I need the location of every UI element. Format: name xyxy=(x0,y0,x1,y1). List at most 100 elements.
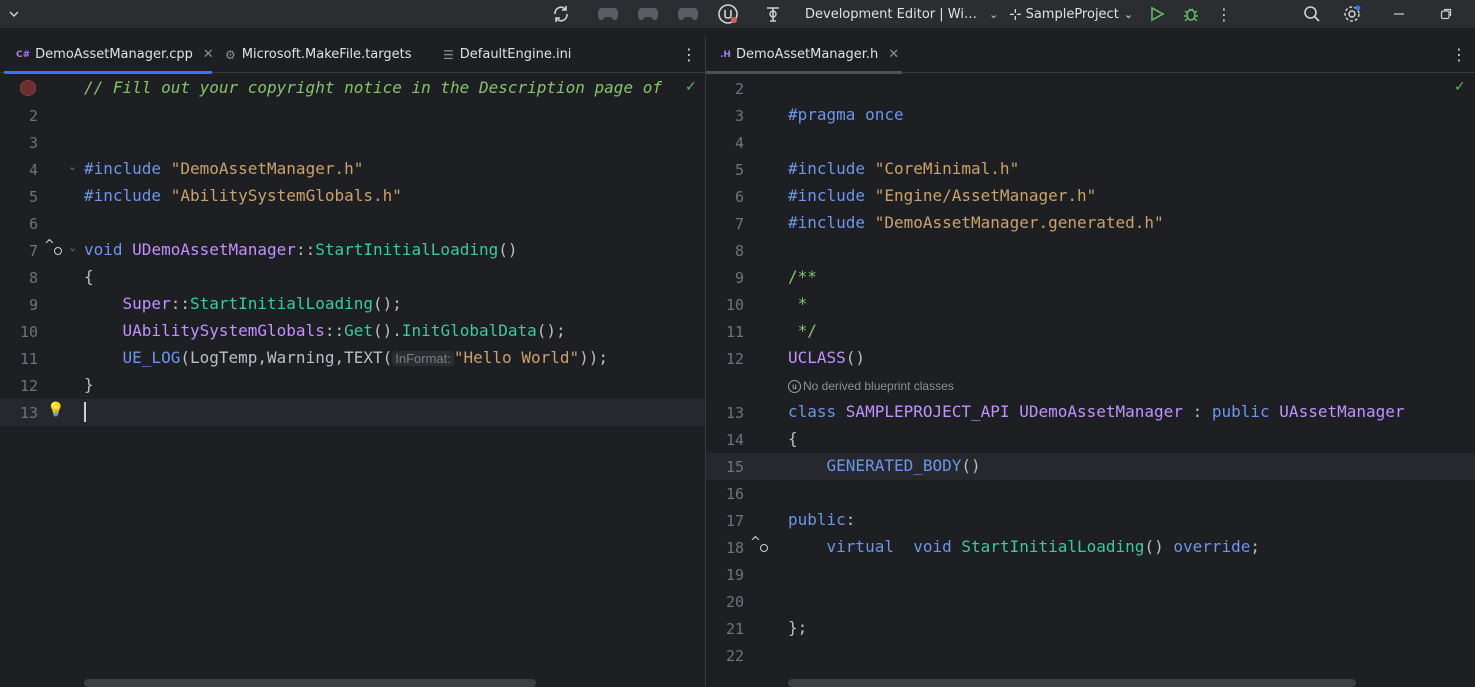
line-number: 15 xyxy=(725,458,744,476)
gamepad-icon[interactable] xyxy=(676,2,700,26)
code-line: 2 xyxy=(0,102,705,129)
code-line: 17 public: xyxy=(706,507,1475,534)
lightbulb-icon[interactable]: 💡 xyxy=(47,402,64,418)
codelens-blueprint[interactable]: u No derived blueprint classes xyxy=(788,376,954,396)
code-line: 21 }; xyxy=(706,615,1475,642)
code-line: // Fill out your copyright notice in the… xyxy=(0,75,705,102)
code-text: Super::StartInitialLoading(); xyxy=(122,294,402,313)
code-line: 2 xyxy=(706,75,1475,102)
build-icon[interactable] xyxy=(762,2,786,26)
line-number: 2 xyxy=(28,107,38,125)
code-text: */ xyxy=(788,321,817,340)
line-number: 18 xyxy=(725,539,744,557)
tab-demo-asset-manager-cpp[interactable]: C# DemoAssetManager.cpp ✕ xyxy=(4,36,214,74)
checkmark-icon: ✓ xyxy=(685,79,697,95)
more-tabs-icon[interactable]: ⋮ xyxy=(681,45,697,64)
settings-gear-icon[interactable] xyxy=(1340,2,1364,26)
ini-file-icon: ☰ xyxy=(443,47,454,62)
restore-icon[interactable] xyxy=(1434,2,1458,26)
run-icon[interactable] xyxy=(1145,2,1169,26)
unreal-engine-icon: u xyxy=(788,379,801,393)
text-caret xyxy=(84,402,86,422)
project-icon: ⊹ xyxy=(1009,5,1022,23)
close-icon[interactable]: ✕ xyxy=(888,47,899,62)
code-line: 12 UCLASS() xyxy=(706,345,1475,372)
left-code-editor[interactable]: // Fill out your copyright notice in the… xyxy=(0,74,705,687)
gamepad-icon[interactable] xyxy=(636,2,660,26)
chevron-down-icon: ⌄ xyxy=(988,7,999,21)
line-number: 3 xyxy=(28,134,38,152)
code-line: 10 UAbilitySystemGlobals::Get().InitGlob… xyxy=(0,318,705,345)
minimize-icon[interactable] xyxy=(1387,2,1411,26)
current-code-line: 13 💡 xyxy=(0,399,705,426)
project-selector[interactable]: ⊹ SampleProject ⌄ xyxy=(1009,0,1133,28)
more-actions-icon[interactable]: ⋮ xyxy=(1212,2,1236,26)
fold-icon[interactable]: ⌄ xyxy=(68,160,77,173)
debug-icon[interactable] xyxy=(1179,2,1203,26)
code-line: 8 { xyxy=(0,264,705,291)
code-text: #include "Engine/AssetManager.h" xyxy=(788,186,1097,205)
code-line: 12 } xyxy=(0,372,705,399)
line-number: 10 xyxy=(725,296,744,314)
code-line: 8 xyxy=(706,237,1475,264)
code-line: 14 { xyxy=(706,426,1475,453)
code-line: 4 ⌄ #include "DemoAssetManager.h" xyxy=(0,156,705,183)
run-configuration-label: Development Editor | Wi… xyxy=(805,6,977,22)
line-number: 13 xyxy=(725,404,744,422)
implementation-marker-icon[interactable] xyxy=(760,544,768,552)
horizontal-scrollbar[interactable] xyxy=(84,679,536,687)
line-number: 12 xyxy=(725,350,744,368)
line-number: 5 xyxy=(28,188,38,206)
code-text: #pragma once xyxy=(788,105,904,124)
line-number: 8 xyxy=(28,269,38,287)
code-line: 3 #pragma once xyxy=(706,102,1475,129)
line-number: 2 xyxy=(734,80,744,98)
right-editor-tab-bar: .H DemoAssetManager.h ✕ ⋮ xyxy=(706,36,1475,74)
code-text: } xyxy=(84,375,94,394)
code-line: 7 ^ ⌄ void UDemoAssetManager::StartIniti… xyxy=(0,237,705,264)
search-icon[interactable] xyxy=(1300,2,1324,26)
line-number: 3 xyxy=(734,107,744,125)
tab-demo-asset-manager-h[interactable]: .H DemoAssetManager.h ✕ xyxy=(706,36,902,74)
line-number: 10 xyxy=(19,323,38,341)
gamepad-icon[interactable] xyxy=(596,2,620,26)
right-code-editor[interactable]: ✓ 2 3 #pragma once 4 5 #include "CoreMin… xyxy=(706,74,1475,687)
code-text: { xyxy=(84,267,94,286)
code-line: 19 xyxy=(706,561,1475,588)
code-text: class SAMPLEPROJECT_API UDemoAssetManage… xyxy=(788,402,1405,421)
tab-label: Microsoft.MakeFile.targets xyxy=(241,47,412,62)
more-tabs-icon[interactable]: ⋮ xyxy=(1451,45,1467,64)
code-line: 5 #include "AbilitySystemGlobals.h" xyxy=(0,183,705,210)
code-text: #include "DemoAssetManager.generated.h" xyxy=(788,213,1164,232)
code-line: 9 /** xyxy=(706,264,1475,291)
unreal-engine-icon[interactable] xyxy=(716,2,740,26)
line-number: 22 xyxy=(725,647,744,665)
code-line: 13 class SAMPLEPROJECT_API UDemoAssetMan… xyxy=(706,399,1475,426)
tab-microsoft-makefile-targets[interactable]: ⚙ Microsoft.MakeFile.targets xyxy=(225,36,412,73)
horizontal-scrollbar[interactable] xyxy=(788,679,1356,687)
line-number: 21 xyxy=(725,620,744,638)
line-number: 8 xyxy=(734,242,744,260)
code-line: 5 #include "CoreMinimal.h" xyxy=(706,156,1475,183)
current-code-line: 15 GENERATED_BODY() xyxy=(706,453,1475,480)
code-text: UAbilitySystemGlobals::Get().InitGlobalD… xyxy=(122,321,566,340)
line-number: 14 xyxy=(725,431,744,449)
code-line: 3 xyxy=(0,129,705,156)
line-number: 17 xyxy=(725,512,744,530)
breakpoint-icon[interactable] xyxy=(20,80,36,96)
tab-default-engine-ini[interactable]: ☰ DefaultEngine.ini xyxy=(443,36,571,73)
line-number: 7 xyxy=(734,215,744,233)
code-text: /** xyxy=(788,267,817,286)
sync-icon[interactable] xyxy=(549,2,573,26)
header-file-icon: .H xyxy=(720,49,731,60)
inlay-hint: InFormat: xyxy=(392,351,454,366)
line-number: 6 xyxy=(28,215,38,233)
line-number: 4 xyxy=(734,134,744,152)
left-editor-tab-bar: C# DemoAssetManager.cpp ✕ ⚙ Microsoft.Ma… xyxy=(0,36,705,74)
run-configuration-selector[interactable]: Development Editor | Wi… ⌄ xyxy=(805,0,998,28)
chevron-down-icon[interactable] xyxy=(2,2,26,26)
close-icon[interactable]: ✕ xyxy=(203,47,214,62)
implementation-marker-icon[interactable] xyxy=(54,247,62,255)
fold-icon[interactable]: ⌄ xyxy=(68,241,77,254)
code-text: #include "CoreMinimal.h" xyxy=(788,159,1020,178)
